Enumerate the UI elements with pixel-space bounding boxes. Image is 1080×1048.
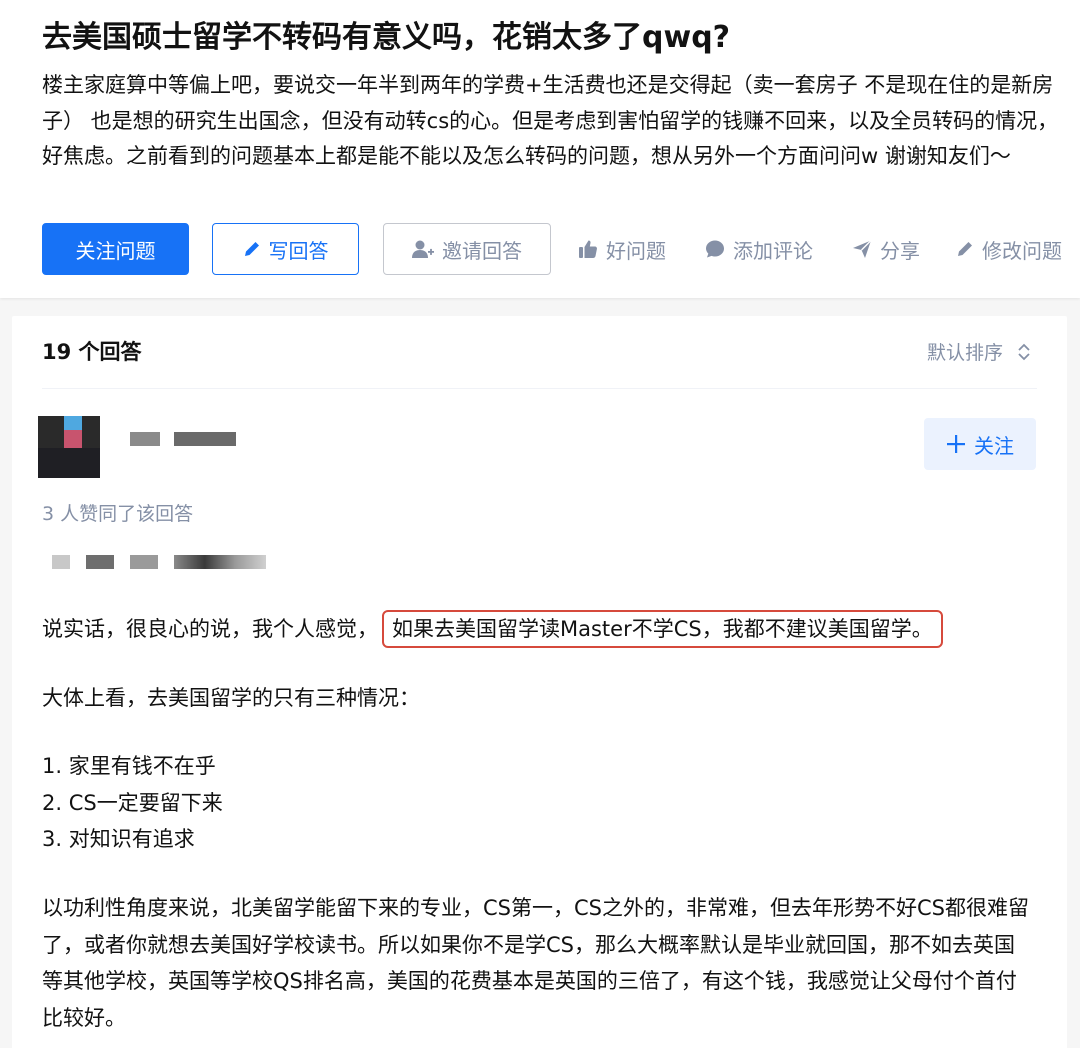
add-comment-label: 添加评论 — [733, 238, 813, 263]
edit-question-label: 修改问题 — [982, 238, 1062, 263]
divider — [42, 388, 1037, 389]
invite-answer-label: 邀请回答 — [442, 238, 522, 263]
answer-paragraph: 以功利性角度来说，北美留学能留下来的专业，CS第一，CS之外的，非常难，但去年形… — [42, 895, 1029, 1030]
share-label: 分享 — [880, 238, 920, 263]
sort-dropdown[interactable]: 默认排序 — [927, 338, 1031, 365]
answers-card: 19 个回答 默认排序 关注 3 人赞同了该回答 说实话，很良心的说，我个人感觉… — [12, 316, 1067, 1048]
pencil-icon — [243, 240, 261, 258]
follow-user-button[interactable]: 关注 — [924, 418, 1036, 470]
write-answer-label: 写回答 — [268, 238, 329, 263]
plus-icon — [946, 434, 966, 454]
follow-question-label: 关注问题 — [75, 238, 156, 263]
write-answer-button[interactable]: 写回答 — [212, 223, 359, 275]
add-comment-button[interactable]: 添加评论 — [705, 233, 813, 265]
share-icon — [852, 239, 872, 259]
edit-icon — [956, 240, 974, 258]
sort-label: 默认排序 — [926, 342, 1003, 364]
follow-question-button[interactable]: 关注问题 — [42, 223, 189, 275]
follow-user-label: 关注 — [974, 433, 1014, 458]
list-item: 2. CS一定要留下来 — [42, 790, 223, 815]
question-detail: 楼主家庭算中等偏上吧，要说交一年半到两年的学费+生活费也还是交得起（卖一套房子 … — [42, 73, 1059, 168]
thumbs-up-icon — [578, 239, 598, 259]
question-title: 去美国硕士留学不转码有意义吗，花销太多了qwq? — [42, 20, 731, 55]
sort-chevron-icon — [1017, 342, 1031, 362]
edit-question-button[interactable]: 修改问题 — [956, 233, 1062, 265]
answers-count: 19 个回答 — [42, 340, 142, 364]
answer-content: 说实话，很良心的说，我个人感觉， 如果去美国留学读Master不学CS，我都不建议… — [42, 610, 1032, 1036]
avatar[interactable] — [38, 416, 100, 478]
answer-paragraph: 说实话，很良心的说，我个人感觉， 如果去美国留学读Master不学CS，我都不建议… — [42, 610, 1032, 648]
author-name-blurred[interactable] — [130, 432, 240, 448]
invite-answer-button[interactable]: 邀请回答 — [383, 223, 551, 275]
question-header: 去美国硕士留学不转码有意义吗，花销太多了qwq? 楼主家庭算中等偏上吧，要说交一… — [0, 0, 1080, 298]
answer-paragraph-lead: 说实话，很良心的说，我个人感觉， — [42, 617, 378, 641]
list-item: 1. 家里有钱不在乎 — [42, 754, 216, 779]
author-headline-blurred — [52, 554, 266, 570]
invite-user-icon — [412, 239, 434, 259]
highlighted-sentence: 如果去美国留学读Master不学CS，我都不建议美国留学。 — [382, 610, 943, 648]
comment-icon — [705, 239, 725, 259]
good-question-button[interactable]: 好问题 — [578, 233, 666, 265]
good-question-label: 好问题 — [606, 238, 666, 263]
share-button[interactable]: 分享 — [852, 233, 920, 265]
voters-count[interactable]: 3 人赞同了该回答 — [42, 499, 193, 526]
list-item: 3. 对知识有追求 — [42, 827, 195, 852]
answer-paragraph: 大体上看，去美国留学的只有三种情况： — [42, 685, 420, 710]
